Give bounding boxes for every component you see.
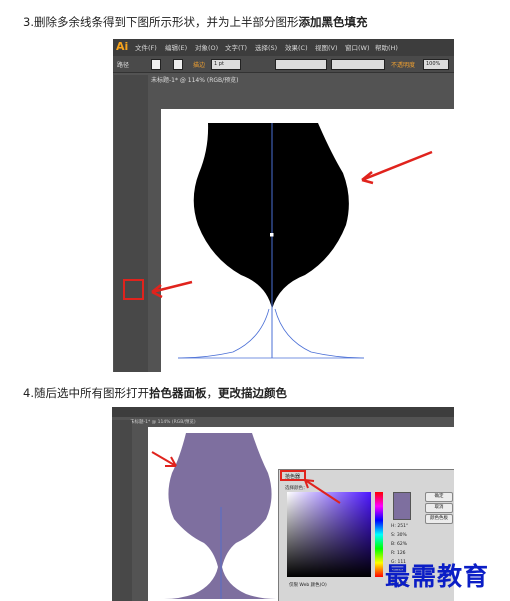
- arrow-to-shape2-icon: [151, 451, 177, 467]
- annotation-arrows: [151, 150, 433, 504]
- arrow-to-shape-icon: [361, 150, 433, 185]
- arrow-to-picker-icon: [304, 479, 341, 504]
- arrow-to-fill-box-icon: [151, 280, 193, 299]
- watermark-logo: 最需教育: [385, 562, 490, 591]
